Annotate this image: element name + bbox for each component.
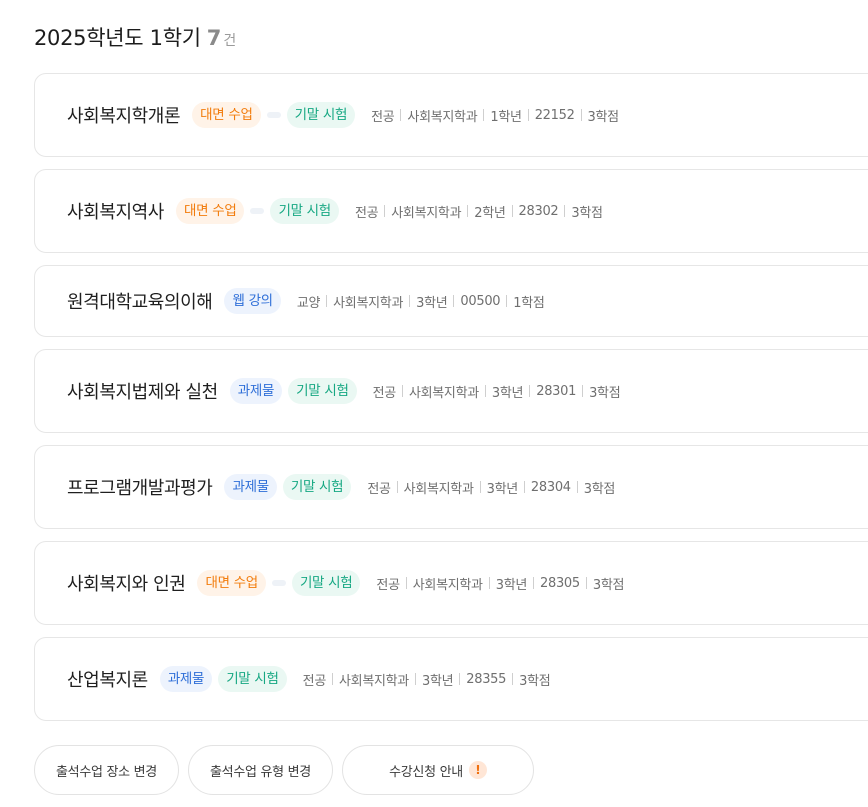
course-card[interactable]: 원격대학교육의이해 웹 강의 교양 사회복지학과 3학년 00500 1학점: [34, 265, 868, 337]
meta-year: 3학년: [421, 673, 454, 689]
meta-category: 전공: [354, 205, 379, 221]
meta-department: 사회복지학과: [391, 205, 462, 221]
meta-code: 28301: [536, 383, 577, 399]
registration-guide-button[interactable]: 수강신청 안내 !: [342, 745, 534, 795]
course-meta: 전공 사회복지학과 3학년 28305 3학점: [376, 574, 624, 593]
meta-credits: 3학점: [583, 481, 616, 497]
page: 2025학년도 1학기 7 건 사회복지학개론 대면 수업 기말 시험 전공 사…: [0, 0, 868, 807]
course-meta: 전공 사회복지학과 1학년 22152 3학점: [371, 106, 619, 125]
meta-department: 사회복지학과: [412, 577, 483, 593]
course-tags: 대면 수업 기말 시험: [175, 198, 339, 224]
semester-title: 2025학년도 1학기: [34, 26, 201, 50]
course-card[interactable]: 사회복지법제와 실천 과제물 기말 시험 전공 사회복지학과 3학년 28301…: [34, 349, 868, 433]
meta-category: 전공: [376, 577, 400, 593]
meta-year: 3학년: [495, 577, 528, 593]
course-meta: 전공 사회복지학과 2학년 28302 3학점: [355, 202, 603, 221]
course-list: 사회복지학개론 대면 수업 기말 시험 전공 사회복지학과 1학년 22152 …: [34, 73, 868, 733]
course-card[interactable]: 사회복지학개론 대면 수업 기말 시험 전공 사회복지학과 1학년 22152 …: [34, 73, 868, 157]
course-name: 프로그램개발과평가: [67, 478, 213, 499]
meta-category: 전공: [372, 385, 397, 401]
tag-final-exam: 기말 시험: [286, 102, 356, 128]
course-tags: 과제물 기말 시험: [229, 378, 357, 404]
meta-category: 전공: [302, 673, 327, 689]
tag-in-person: 대면 수업: [175, 198, 245, 224]
meta-code: 00500: [460, 293, 501, 309]
tag-final-exam: 기말 시험: [218, 666, 287, 692]
course-name: 사회복지법제와 실천: [67, 382, 218, 403]
tag-final-exam: 기말 시험: [288, 378, 357, 404]
warning-icon: !: [468, 761, 487, 779]
meta-credits: 1학점: [513, 295, 545, 311]
course-count: 7: [206, 26, 222, 50]
course-tags: 웹 강의: [224, 288, 281, 314]
meta-credits: 3학점: [587, 109, 620, 125]
meta-credits: 3학점: [571, 205, 603, 221]
course-meta: 교양 사회복지학과 3학년 00500 1학점: [297, 292, 545, 311]
meta-code: 28302: [518, 203, 559, 219]
course-name: 사회복지역사: [67, 202, 164, 223]
meta-year: 2학년: [474, 205, 506, 221]
course-card[interactable]: 프로그램개발과평가 과제물 기말 시험 전공 사회복지학과 3학년 28304 …: [34, 445, 868, 529]
meta-year: 1학년: [490, 109, 522, 125]
registration-guide-label: 수강신청 안내: [389, 764, 463, 780]
course-meta: 전공 사회복지학과 3학년 28304 3학점: [367, 478, 615, 497]
course-tags: 대면 수업 기말 시험: [192, 102, 356, 128]
course-count-unit: 건: [223, 33, 237, 49]
meta-department: 사회복지학과: [408, 385, 479, 401]
tag-in-person: 대면 수업: [197, 570, 266, 596]
tag-final-exam: 기말 시험: [270, 198, 339, 224]
tag-separator: [271, 580, 286, 586]
meta-department: 사회복지학과: [403, 481, 474, 497]
meta-code: 28304: [530, 479, 571, 495]
course-card[interactable]: 사회복지와 인권 대면 수업 기말 시험 전공 사회복지학과 3학년 28305…: [34, 541, 868, 625]
meta-code: 28355: [466, 671, 507, 687]
course-tags: 대면 수업 기말 시험: [197, 570, 361, 596]
tag-final-exam: 기말 시험: [282, 474, 352, 500]
meta-department: 사회복지학과: [339, 673, 409, 689]
tag-assignment: 과제물: [229, 378, 283, 404]
meta-category: 전공: [367, 481, 391, 497]
course-meta: 전공 사회복지학과 3학년 28301 3학점: [373, 382, 621, 401]
meta-department: 사회복지학과: [333, 295, 404, 311]
course-card[interactable]: 산업복지론 과제물 기말 시험 전공 사회복지학과 3학년 28355 3학점: [34, 637, 868, 721]
course-name: 사회복지와 인권: [67, 574, 186, 595]
meta-credits: 3학점: [589, 385, 621, 401]
tag-web-lecture: 웹 강의: [224, 288, 281, 314]
meta-category: 교양: [296, 295, 321, 311]
tag-separator: [266, 112, 281, 118]
meta-code: 28305: [540, 575, 580, 591]
tag-separator: [250, 208, 265, 214]
meta-code: 22152: [534, 107, 575, 123]
change-type-button[interactable]: 출석수업 유형 변경: [188, 745, 333, 795]
course-name: 산업복지론: [67, 670, 148, 691]
meta-year: 3학년: [486, 481, 519, 497]
meta-credits: 3학점: [519, 673, 551, 689]
tag-in-person: 대면 수업: [192, 102, 261, 128]
meta-year: 3학년: [491, 385, 524, 401]
semester-header: 2025학년도 1학기 7 건: [34, 22, 236, 52]
meta-category: 전공: [371, 109, 395, 125]
course-tags: 과제물 기말 시험: [224, 474, 352, 500]
footer-buttons: 출석수업 장소 변경 출석수업 유형 변경 수강신청 안내 !: [34, 745, 543, 795]
meta-credits: 3학점: [592, 577, 625, 593]
tag-assignment: 과제물: [159, 666, 213, 692]
meta-department: 사회복지학과: [407, 109, 478, 125]
tag-final-exam: 기말 시험: [291, 570, 361, 596]
course-name: 원격대학교육의이해: [67, 292, 213, 313]
course-tags: 과제물 기말 시험: [159, 666, 287, 692]
course-meta: 전공 사회복지학과 3학년 28355 3학점: [303, 670, 551, 689]
course-name: 사회복지학개론: [67, 106, 181, 127]
change-location-button[interactable]: 출석수업 장소 변경: [34, 745, 179, 795]
meta-year: 3학년: [416, 295, 448, 311]
tag-assignment: 과제물: [224, 474, 277, 500]
course-card[interactable]: 사회복지역사 대면 수업 기말 시험 전공 사회복지학과 2학년 28302 3…: [34, 169, 868, 253]
